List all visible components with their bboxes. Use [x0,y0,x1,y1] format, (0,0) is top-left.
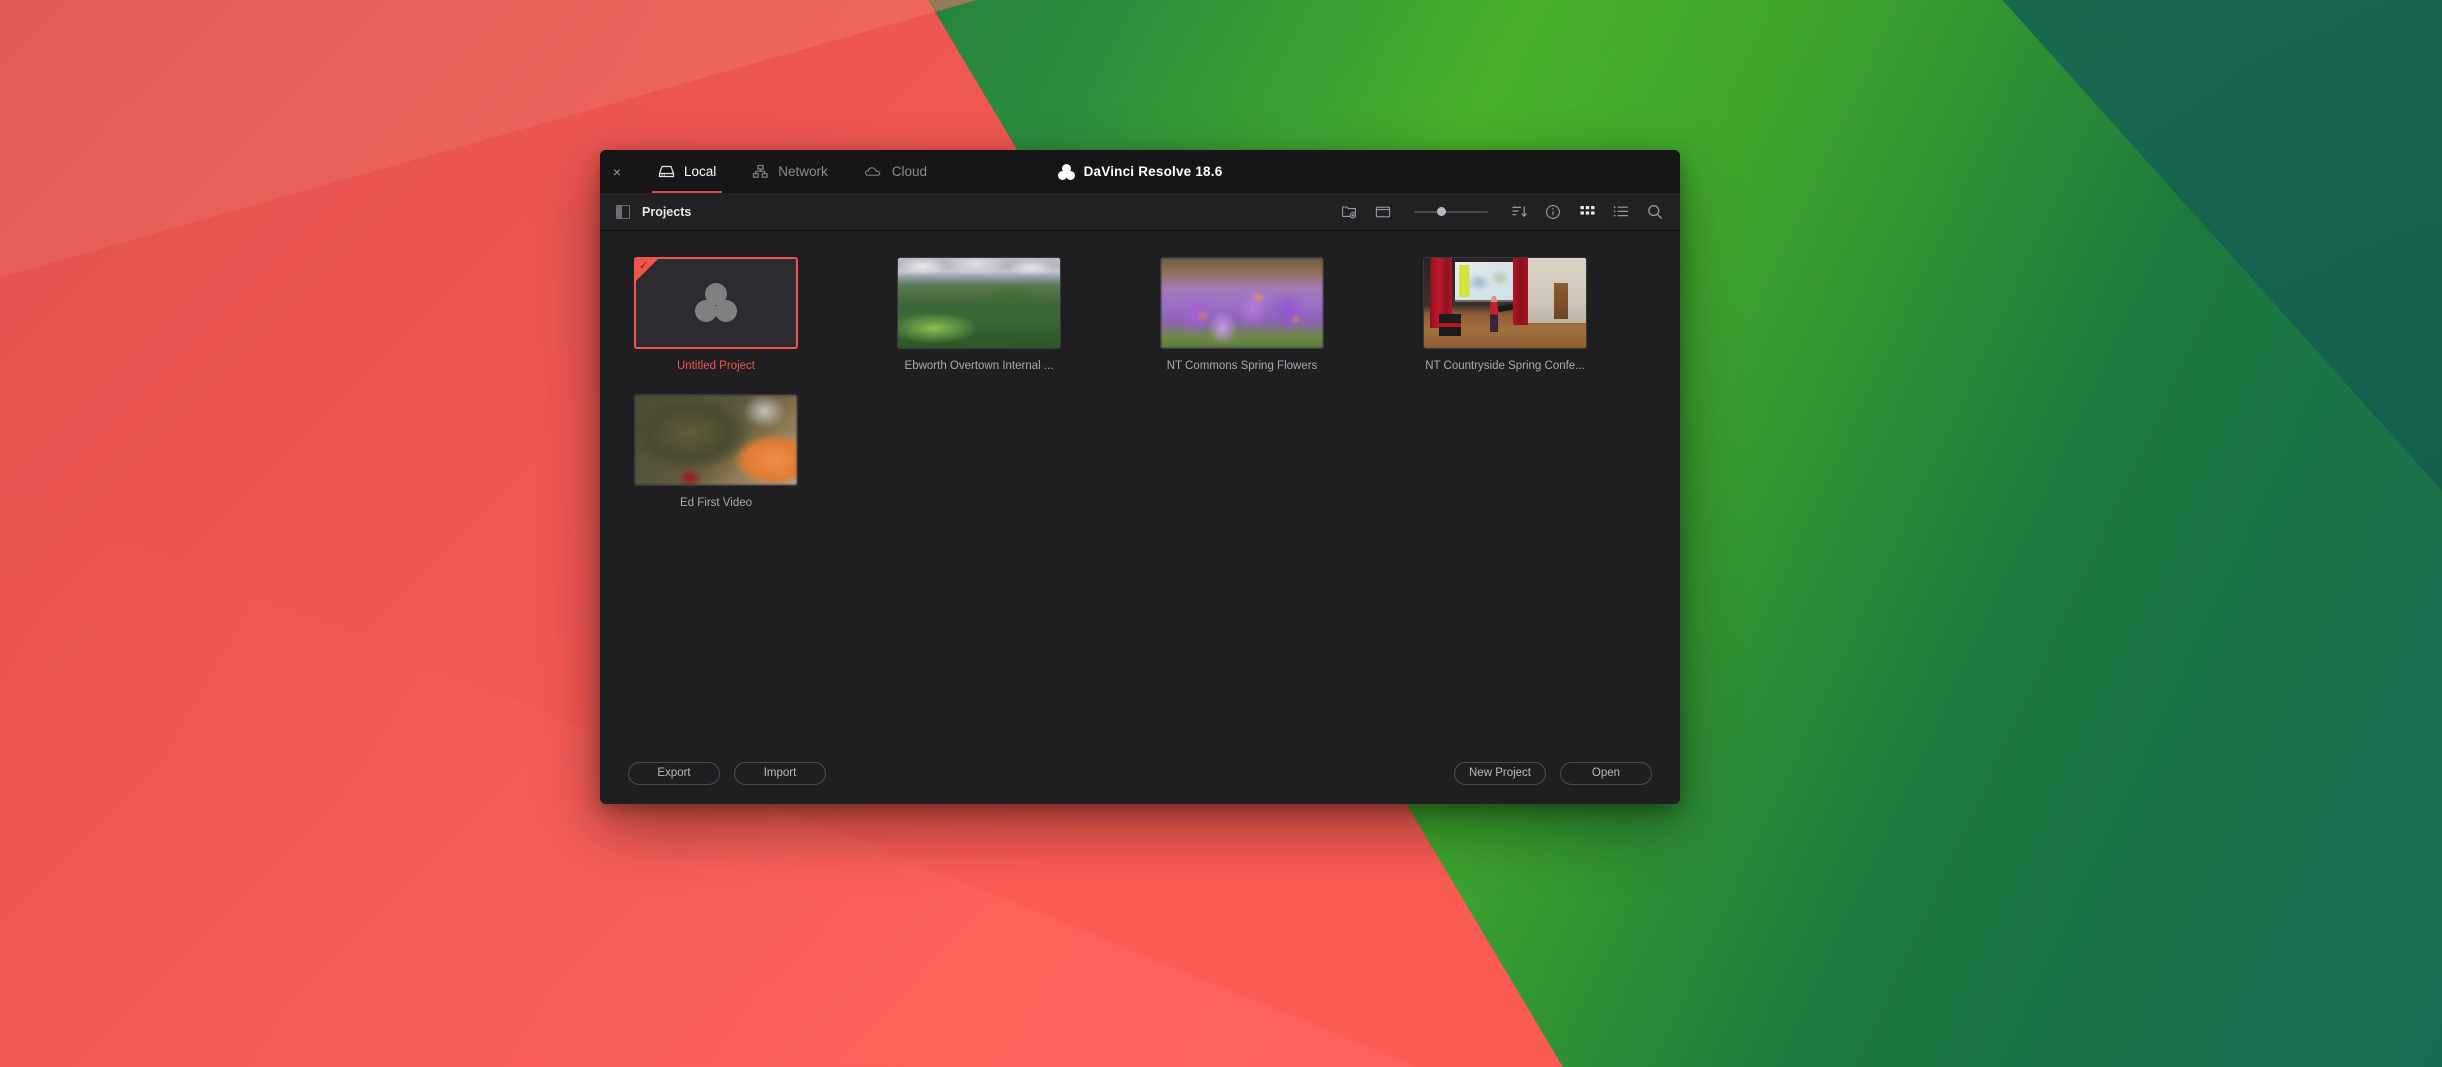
info-icon[interactable] [1544,203,1562,221]
open-button[interactable]: Open [1560,761,1652,785]
new-project-button[interactable]: New Project [1454,761,1546,785]
thumbnail-image-country-aerial [898,258,1060,348]
tab-network-label: Network [778,164,828,179]
export-button[interactable]: Export [628,761,720,785]
thumbnail-size-slider[interactable] [1414,203,1488,221]
project-card[interactable]: NT Countryside Spring Confe... [1423,257,1587,372]
check-icon: ✓ [639,260,649,272]
search-icon[interactable] [1646,203,1664,221]
project-card[interactable]: ✓ Untitled Project [634,257,798,372]
project-thumbnail[interactable]: ✓ [634,257,798,349]
app-title-text: DaVinci Resolve 18.6 [1083,164,1223,179]
sidebar-toggle-icon[interactable] [616,204,630,219]
toolbar-actions [1340,203,1664,221]
project-thumbnail[interactable] [1160,257,1324,349]
new-folder-icon[interactable] [1340,203,1358,221]
window-footer: Export Import New Project Open [600,742,1680,804]
footer-right-actions: New Project Open [1454,761,1652,785]
project-thumbnail[interactable] [1423,257,1587,349]
hard-drive-icon [658,164,675,179]
tab-local-label: Local [684,164,717,179]
project-card[interactable]: Ed First Video [634,394,798,509]
network-icon [752,164,769,179]
project-name: Ed First Video [679,497,752,509]
slider-track [1414,210,1488,213]
page-title: Projects [642,204,692,219]
project-card[interactable]: NT Commons Spring Flowers [1160,257,1324,372]
project-thumbnail[interactable] [897,257,1061,349]
close-icon: × [612,163,622,180]
project-name: NT Commons Spring Flowers [1166,360,1318,372]
project-card[interactable]: Ebworth Overtown Internal ... [897,257,1061,372]
resolve-logo-icon [1057,163,1075,180]
projects-content: ✓ Untitled Project Ebworth Overtown Inte… [600,231,1680,742]
thumbnail-image-conference-hall [1424,258,1586,348]
project-thumbnail[interactable] [634,394,798,486]
grid-view-icon[interactable] [1578,203,1596,221]
thumbnail-image-purple-crocus [1161,258,1323,348]
sort-icon[interactable] [1510,203,1528,221]
project-name: Untitled Project [677,360,755,372]
resolve-placeholder-icon [636,259,796,347]
list-view-icon[interactable] [1612,203,1630,221]
projects-toolbar: Projects [600,193,1680,231]
tab-network[interactable]: Network [734,150,846,193]
close-window-button[interactable]: × [600,150,634,193]
new-window-icon[interactable] [1374,203,1392,221]
footer-left-actions: Export Import [628,761,826,785]
tab-cloud[interactable]: Cloud [846,150,945,193]
project-name: Ebworth Overtown Internal ... [904,360,1054,372]
tab-local[interactable]: Local [640,150,734,193]
cloud-icon [864,164,883,179]
import-button[interactable]: Import [734,761,826,785]
tab-cloud-label: Cloud [891,164,928,179]
thumbnail-image-olive-sleeve [635,395,797,485]
project-name: NT Countryside Spring Confe... [1425,360,1585,372]
desktop-wallpaper: × Local Network Cloud DaVinci Resolve 18… [0,0,2442,1067]
projects-grid: ✓ Untitled Project Ebworth Overtown Inte… [634,257,1646,509]
window-titlebar: × Local Network Cloud DaVinci Resolve 18… [600,150,1680,193]
slider-knob[interactable] [1436,207,1446,216]
project-manager-window: × Local Network Cloud DaVinci Resolve 18… [600,150,1680,804]
location-tabs: Local Network Cloud [640,150,945,193]
